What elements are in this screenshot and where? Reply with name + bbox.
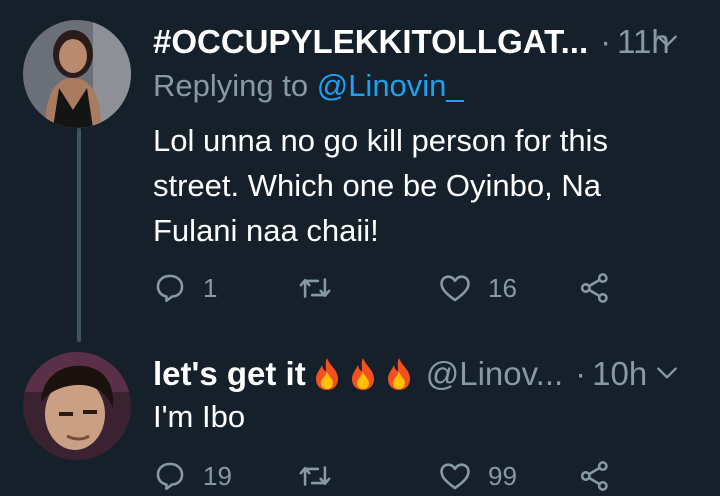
tweet-text: I'm Ibo: [153, 394, 693, 439]
retweet-button[interactable]: [298, 456, 332, 496]
avatar[interactable]: [23, 20, 131, 128]
fire-icon: [387, 358, 410, 390]
share-icon: [580, 273, 608, 303]
text-line: I'm Ibo: [153, 399, 246, 434]
replying-to: Replying to @Linovin_: [153, 68, 464, 104]
avatar[interactable]: [23, 352, 131, 460]
like-count: 99: [488, 460, 517, 491]
display-name[interactable]: #OCCUPYLEKKITOLLGAT...: [153, 23, 588, 61]
share-icon: [580, 461, 608, 491]
share-button[interactable]: [578, 268, 612, 308]
chevron-down-icon[interactable]: [654, 28, 680, 54]
separator-dot: ·: [575, 355, 587, 392]
action-bar: 19 99: [153, 456, 653, 496]
text-line: Fulani naa chaii!: [153, 213, 379, 248]
like-icon: [440, 275, 470, 302]
like-button[interactable]: 16: [438, 268, 517, 308]
retweet-button[interactable]: [298, 268, 332, 308]
reply-icon: [156, 274, 184, 303]
like-count: 16: [488, 272, 517, 303]
thread-line: [77, 128, 81, 342]
chevron-down-icon[interactable]: [654, 360, 680, 386]
mention-link[interactable]: @Linovin_: [317, 68, 464, 103]
fire-icon: [315, 358, 338, 390]
tweet-text: Lol unna no go kill person for this stre…: [153, 118, 693, 253]
reply-icon: [156, 462, 184, 491]
reply-count: 1: [203, 272, 218, 303]
display-name[interactable]: let's get it: [153, 355, 306, 393]
retweet-icon: [299, 466, 331, 486]
reply-count: 19: [203, 460, 232, 491]
fire-icon: [351, 358, 374, 390]
text-line: street. Which one be Oyinbo, Na: [153, 168, 602, 203]
replying-prefix: Replying to: [153, 68, 309, 103]
share-button[interactable]: [578, 456, 612, 496]
tweet-header: let's get it @Linov... · 10h: [153, 350, 680, 398]
like-icon: [440, 463, 470, 490]
reply-button[interactable]: 19: [153, 456, 232, 496]
user-handle[interactable]: @Linov...: [426, 355, 563, 393]
tweet-header: #OCCUPYLEKKITOLLGAT... · 11h: [153, 18, 680, 66]
like-button[interactable]: 99: [438, 456, 517, 496]
reply-button[interactable]: 1: [153, 268, 217, 308]
separator-dot: ·: [600, 23, 612, 60]
timestamp[interactable]: 10h: [592, 355, 647, 393]
text-line: Lol unna no go kill person for this: [153, 123, 608, 158]
retweet-icon: [299, 278, 331, 298]
action-bar: 1 16: [153, 268, 653, 308]
